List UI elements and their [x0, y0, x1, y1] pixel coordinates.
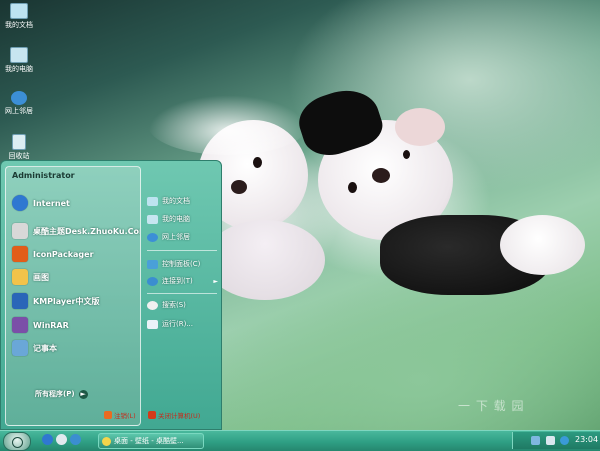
desktop-icon-recycle-bin[interactable]: 回收站	[2, 134, 36, 161]
kmplayer-icon	[12, 293, 28, 309]
desktop-icon-my-computer[interactable]: 我的电脑	[2, 47, 36, 74]
arrow-right-icon: ►	[78, 389, 88, 399]
shutdown-label: 关闭计算机(U)	[158, 412, 201, 420]
system-label: 控制面板(C)	[162, 260, 201, 268]
place-label: 我的文档	[162, 197, 190, 205]
menu-separator	[147, 250, 217, 251]
program-internet[interactable]: Internet	[12, 194, 138, 212]
left-bear-eye	[253, 157, 262, 168]
quicklaunch-browser-icon[interactable]	[42, 434, 53, 445]
control-panel-item[interactable]: 控制面板(C)	[147, 257, 221, 271]
folder-icon	[10, 3, 28, 19]
connect-icon	[147, 276, 158, 286]
desktop-icon-label: 网上邻居	[5, 107, 33, 115]
logoff-label: 注销(L)	[114, 412, 136, 420]
search-item[interactable]: 搜索(S)	[147, 298, 221, 312]
tray-volume-icon[interactable]	[546, 436, 555, 445]
program-label: Internet	[33, 198, 70, 208]
folder-icon	[147, 196, 158, 206]
right-bear-ear	[395, 108, 445, 146]
program-zhuoku-theme[interactable]: 桌酷主题Desk.ZhuoKu.Com	[12, 222, 141, 240]
recycle-bin-icon	[12, 134, 26, 150]
left-bear-nose	[231, 180, 247, 194]
program-label: 桌酷主题Desk.ZhuoKu.Com	[33, 226, 141, 236]
program-label: KMPlayer中文版	[33, 296, 100, 306]
all-programs-button[interactable]: 所有程序(P) ►	[35, 389, 88, 399]
run-item[interactable]: 运行(R)...	[147, 317, 221, 331]
tool-label: 搜索(S)	[162, 301, 186, 309]
right-bear-eye	[348, 182, 357, 193]
taskbar-window-button[interactable]: 桌面 - 壁纸 - 桌酷壁...	[98, 433, 204, 449]
program-label: 画图	[33, 272, 49, 282]
desktop-icon-label: 我的电脑	[5, 65, 33, 73]
site-watermark: 一 下 载 园	[458, 399, 525, 413]
logoff-button[interactable]: 注销(L)	[104, 410, 136, 420]
tool-label: 运行(R)...	[162, 320, 194, 328]
desktop-icon-network-places[interactable]: 网上邻居	[2, 91, 36, 116]
program-winrar[interactable]: WinRAR	[12, 316, 138, 334]
start-button[interactable]	[3, 432, 31, 451]
start-menu-programs-panel: Administrator Internet 桌酷主题Desk.ZhuoKu.C…	[5, 166, 141, 426]
start-menu: Administrator Internet 桌酷主题Desk.ZhuoKu.C…	[0, 160, 222, 430]
program-notepad[interactable]: 记事本	[12, 339, 138, 357]
program-iconpackager[interactable]: IconPackager	[12, 245, 138, 263]
taskbar-clock[interactable]: 23:04	[575, 435, 598, 444]
desktop-icon-my-documents[interactable]: 我的文档	[2, 3, 36, 30]
run-icon	[147, 319, 158, 329]
winrar-icon	[12, 317, 28, 333]
connect-to-item[interactable]: 连接到(T) ►	[147, 274, 221, 288]
taskbar	[0, 430, 600, 451]
computer-icon	[147, 214, 158, 224]
logoff-icon	[104, 411, 112, 419]
start-menu-username: Administrator	[12, 171, 75, 180]
globe-icon	[147, 232, 158, 242]
quicklaunch-internet-icon[interactable]	[70, 434, 81, 445]
menu-separator	[147, 293, 217, 294]
taskbar-window-label: 桌面 - 壁纸 - 桌酷壁...	[114, 437, 184, 445]
place-my-computer[interactable]: 我的电脑	[147, 212, 221, 226]
folder-icon	[102, 436, 111, 446]
left-bear-veil	[148, 95, 308, 155]
power-icon	[148, 411, 156, 419]
search-icon	[147, 300, 158, 310]
program-paint[interactable]: 画图	[12, 268, 138, 286]
computer-icon	[10, 47, 28, 63]
iconpackager-icon	[12, 246, 28, 262]
program-kmplayer[interactable]: KMPlayer中文版	[12, 292, 138, 310]
control-panel-icon	[147, 259, 158, 269]
left-bear-body	[205, 220, 325, 300]
place-network[interactable]: 网上邻居	[147, 230, 221, 244]
right-bear-nose	[372, 168, 390, 183]
right-bear-eye-2	[403, 150, 410, 159]
globe-icon	[11, 91, 27, 105]
tray-security-icon[interactable]	[560, 436, 569, 445]
tray-network-icon[interactable]	[531, 436, 540, 445]
right-bear-arm	[500, 215, 585, 275]
all-programs-label: 所有程序(P)	[35, 390, 75, 398]
shutdown-button[interactable]: 关闭计算机(U)	[148, 410, 200, 420]
internet-explorer-icon	[12, 195, 28, 211]
start-orb-icon	[12, 437, 23, 448]
theme-site-icon	[12, 223, 28, 239]
place-label: 网上邻居	[162, 233, 190, 241]
program-label: 记事本	[33, 343, 57, 353]
paint-icon	[12, 269, 28, 285]
desktop-icon-label: 回收站	[8, 152, 30, 160]
place-label: 我的电脑	[162, 215, 190, 223]
program-label: IconPackager	[33, 249, 94, 259]
place-my-documents[interactable]: 我的文档	[147, 194, 221, 208]
program-label: WinRAR	[33, 320, 69, 330]
notepad-icon	[12, 340, 28, 356]
quicklaunch-media-icon[interactable]	[56, 434, 67, 445]
desktop-icon-label: 我的文档	[5, 21, 33, 29]
submenu-arrow-icon: ►	[213, 277, 218, 285]
system-label: 连接到(T)	[162, 277, 193, 285]
